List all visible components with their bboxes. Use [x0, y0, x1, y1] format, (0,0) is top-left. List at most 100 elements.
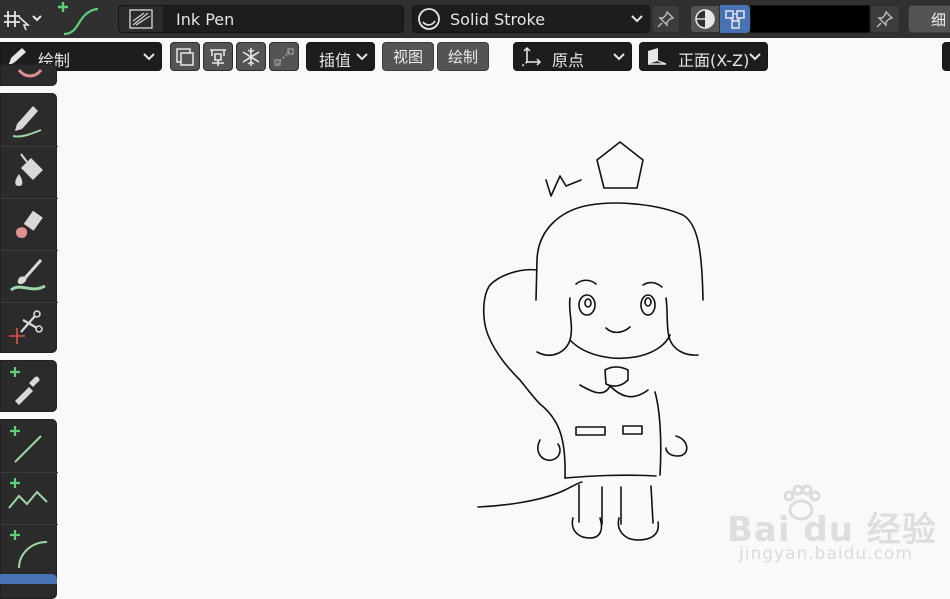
material-sphere-icon	[418, 8, 440, 30]
left-eyebrow-stroke	[575, 279, 597, 285]
vertex-color-icon	[725, 10, 745, 29]
add-arc-icon	[10, 530, 48, 569]
viewport-header: 绘制 插值 视图 绘制 原点 正面(X-Z)	[0, 38, 950, 74]
multiframe-toggle[interactable]	[170, 42, 200, 71]
brush-preview	[119, 6, 163, 32]
add-polyline-icon	[8, 478, 48, 509]
foot-left-stroke	[571, 517, 603, 539]
orientation-label: 正面(X-Z)	[678, 51, 750, 70]
material-pin-button[interactable]	[652, 5, 680, 33]
color-swatch[interactable]	[750, 5, 870, 33]
snowflake-icon	[242, 47, 260, 66]
bangs-left-stroke	[536, 297, 573, 356]
guides-icon	[274, 47, 294, 66]
pocket-left-stroke	[575, 426, 606, 436]
zigzag-stroke	[545, 175, 582, 197]
tool-group-select	[0, 64, 57, 86]
material-selector[interactable]: Solid Stroke	[412, 5, 650, 33]
tool-line[interactable]	[1, 420, 58, 473]
viewport-canvas[interactable]: Bai du 经验 jingyan.baidu.com	[57, 74, 950, 584]
color-mode-material-button[interactable]	[690, 5, 720, 33]
draw-menu[interactable]: 绘制	[437, 42, 489, 71]
pin-icon	[657, 10, 675, 28]
tool-shelf	[0, 64, 58, 599]
pin-icon	[876, 10, 894, 28]
watermark: Bai du 经验 jingyan.baidu.com	[727, 482, 947, 572]
color-mode-vertex-button[interactable]	[720, 5, 750, 33]
pencil-icon	[12, 106, 42, 138]
tool-active-clipped[interactable]	[0, 574, 57, 584]
stroke-origin-dropdown[interactable]: 原点	[513, 42, 632, 71]
brush-icon	[10, 259, 46, 292]
active-tool-draw[interactable]	[54, 0, 104, 38]
interpolate-dropdown[interactable]: 插值	[306, 42, 375, 71]
watermark-url: jingyan.baidu.com	[739, 544, 913, 564]
thickness-label: 细	[931, 10, 947, 29]
brush-selector[interactable]: Ink Pen	[118, 5, 404, 33]
tool-cutter[interactable]	[1, 302, 58, 354]
brush-name: Ink Pen	[176, 10, 235, 29]
neck-stroke	[604, 366, 629, 387]
drawing-plane-dropdown[interactable]: 正面(X-Z)	[639, 42, 768, 71]
body-right-stroke	[654, 391, 662, 476]
interpolate-label: 插值	[319, 51, 352, 70]
view-menu-label: 视图	[392, 48, 423, 66]
tool-group-paint	[0, 93, 58, 354]
right-pupil-stroke	[644, 297, 652, 307]
tool-polyline[interactable]	[1, 472, 58, 525]
tool-settings-dropdown[interactable]	[2, 5, 44, 33]
add-line-icon	[10, 426, 42, 463]
tool-group-eyedropper	[0, 360, 57, 412]
material-color-icon	[695, 9, 715, 29]
select-icon	[17, 69, 43, 78]
tool-draw[interactable]	[1, 94, 58, 147]
head-stroke	[535, 202, 704, 301]
skirt-stroke	[564, 474, 657, 479]
chevron-down-icon	[143, 52, 155, 60]
guides-toggle[interactable]	[269, 42, 299, 71]
mouth-stroke	[605, 326, 631, 334]
tool-arc[interactable]	[1, 524, 58, 576]
tool-fill[interactable]	[1, 146, 58, 199]
view-menu[interactable]: 视图	[382, 42, 434, 71]
tool-tint[interactable]	[1, 250, 58, 303]
sidebar-toggle[interactable]	[942, 42, 950, 71]
material-name: Solid Stroke	[450, 10, 546, 29]
tool-erase[interactable]	[1, 198, 58, 251]
left-pupil-stroke	[584, 298, 592, 308]
chevron-down-icon	[613, 52, 625, 60]
right-arm-stroke	[665, 435, 688, 457]
chevron-down-icon	[749, 52, 761, 60]
scissors-icon	[9, 310, 43, 344]
plane-front-icon	[648, 48, 667, 65]
stroke-placement-button[interactable]	[203, 42, 233, 71]
draw-menu-label: 绘制	[447, 48, 478, 66]
origin-axis-icon	[521, 46, 542, 67]
tool-eyedropper[interactable]	[1, 361, 58, 413]
right-eyebrow-stroke	[642, 281, 663, 288]
eyedropper-icon	[10, 367, 40, 405]
top-bar: Ink Pen Solid Stroke 细	[0, 0, 950, 38]
face-stroke	[569, 334, 671, 360]
left-eye-stroke	[578, 294, 596, 316]
origin-label: 原点	[552, 51, 585, 70]
leg-4-stroke	[650, 485, 654, 524]
select-tool-remnant[interactable]	[11, 67, 47, 81]
ink-pen-icon	[129, 9, 153, 29]
stroke-placement-icon	[210, 48, 226, 66]
left-hair-stroke	[482, 268, 566, 479]
snap-toggle[interactable]	[236, 42, 266, 71]
pocket-right-stroke	[622, 425, 643, 435]
multiframe-icon	[176, 47, 194, 66]
add-stroke-icon	[58, 2, 99, 36]
tool-group-primitives	[0, 419, 58, 599]
pentagon-stroke	[596, 141, 644, 189]
chevron-down-icon	[631, 15, 643, 23]
thickness-dropdown[interactable]: 细	[908, 5, 950, 33]
chevron-down-icon	[356, 52, 368, 60]
tail-stroke	[477, 481, 583, 508]
paint-bucket-icon	[15, 153, 43, 186]
left-arm-stroke	[537, 439, 561, 462]
color-pin-button[interactable]	[870, 5, 900, 33]
bangs-right-stroke	[665, 297, 699, 356]
